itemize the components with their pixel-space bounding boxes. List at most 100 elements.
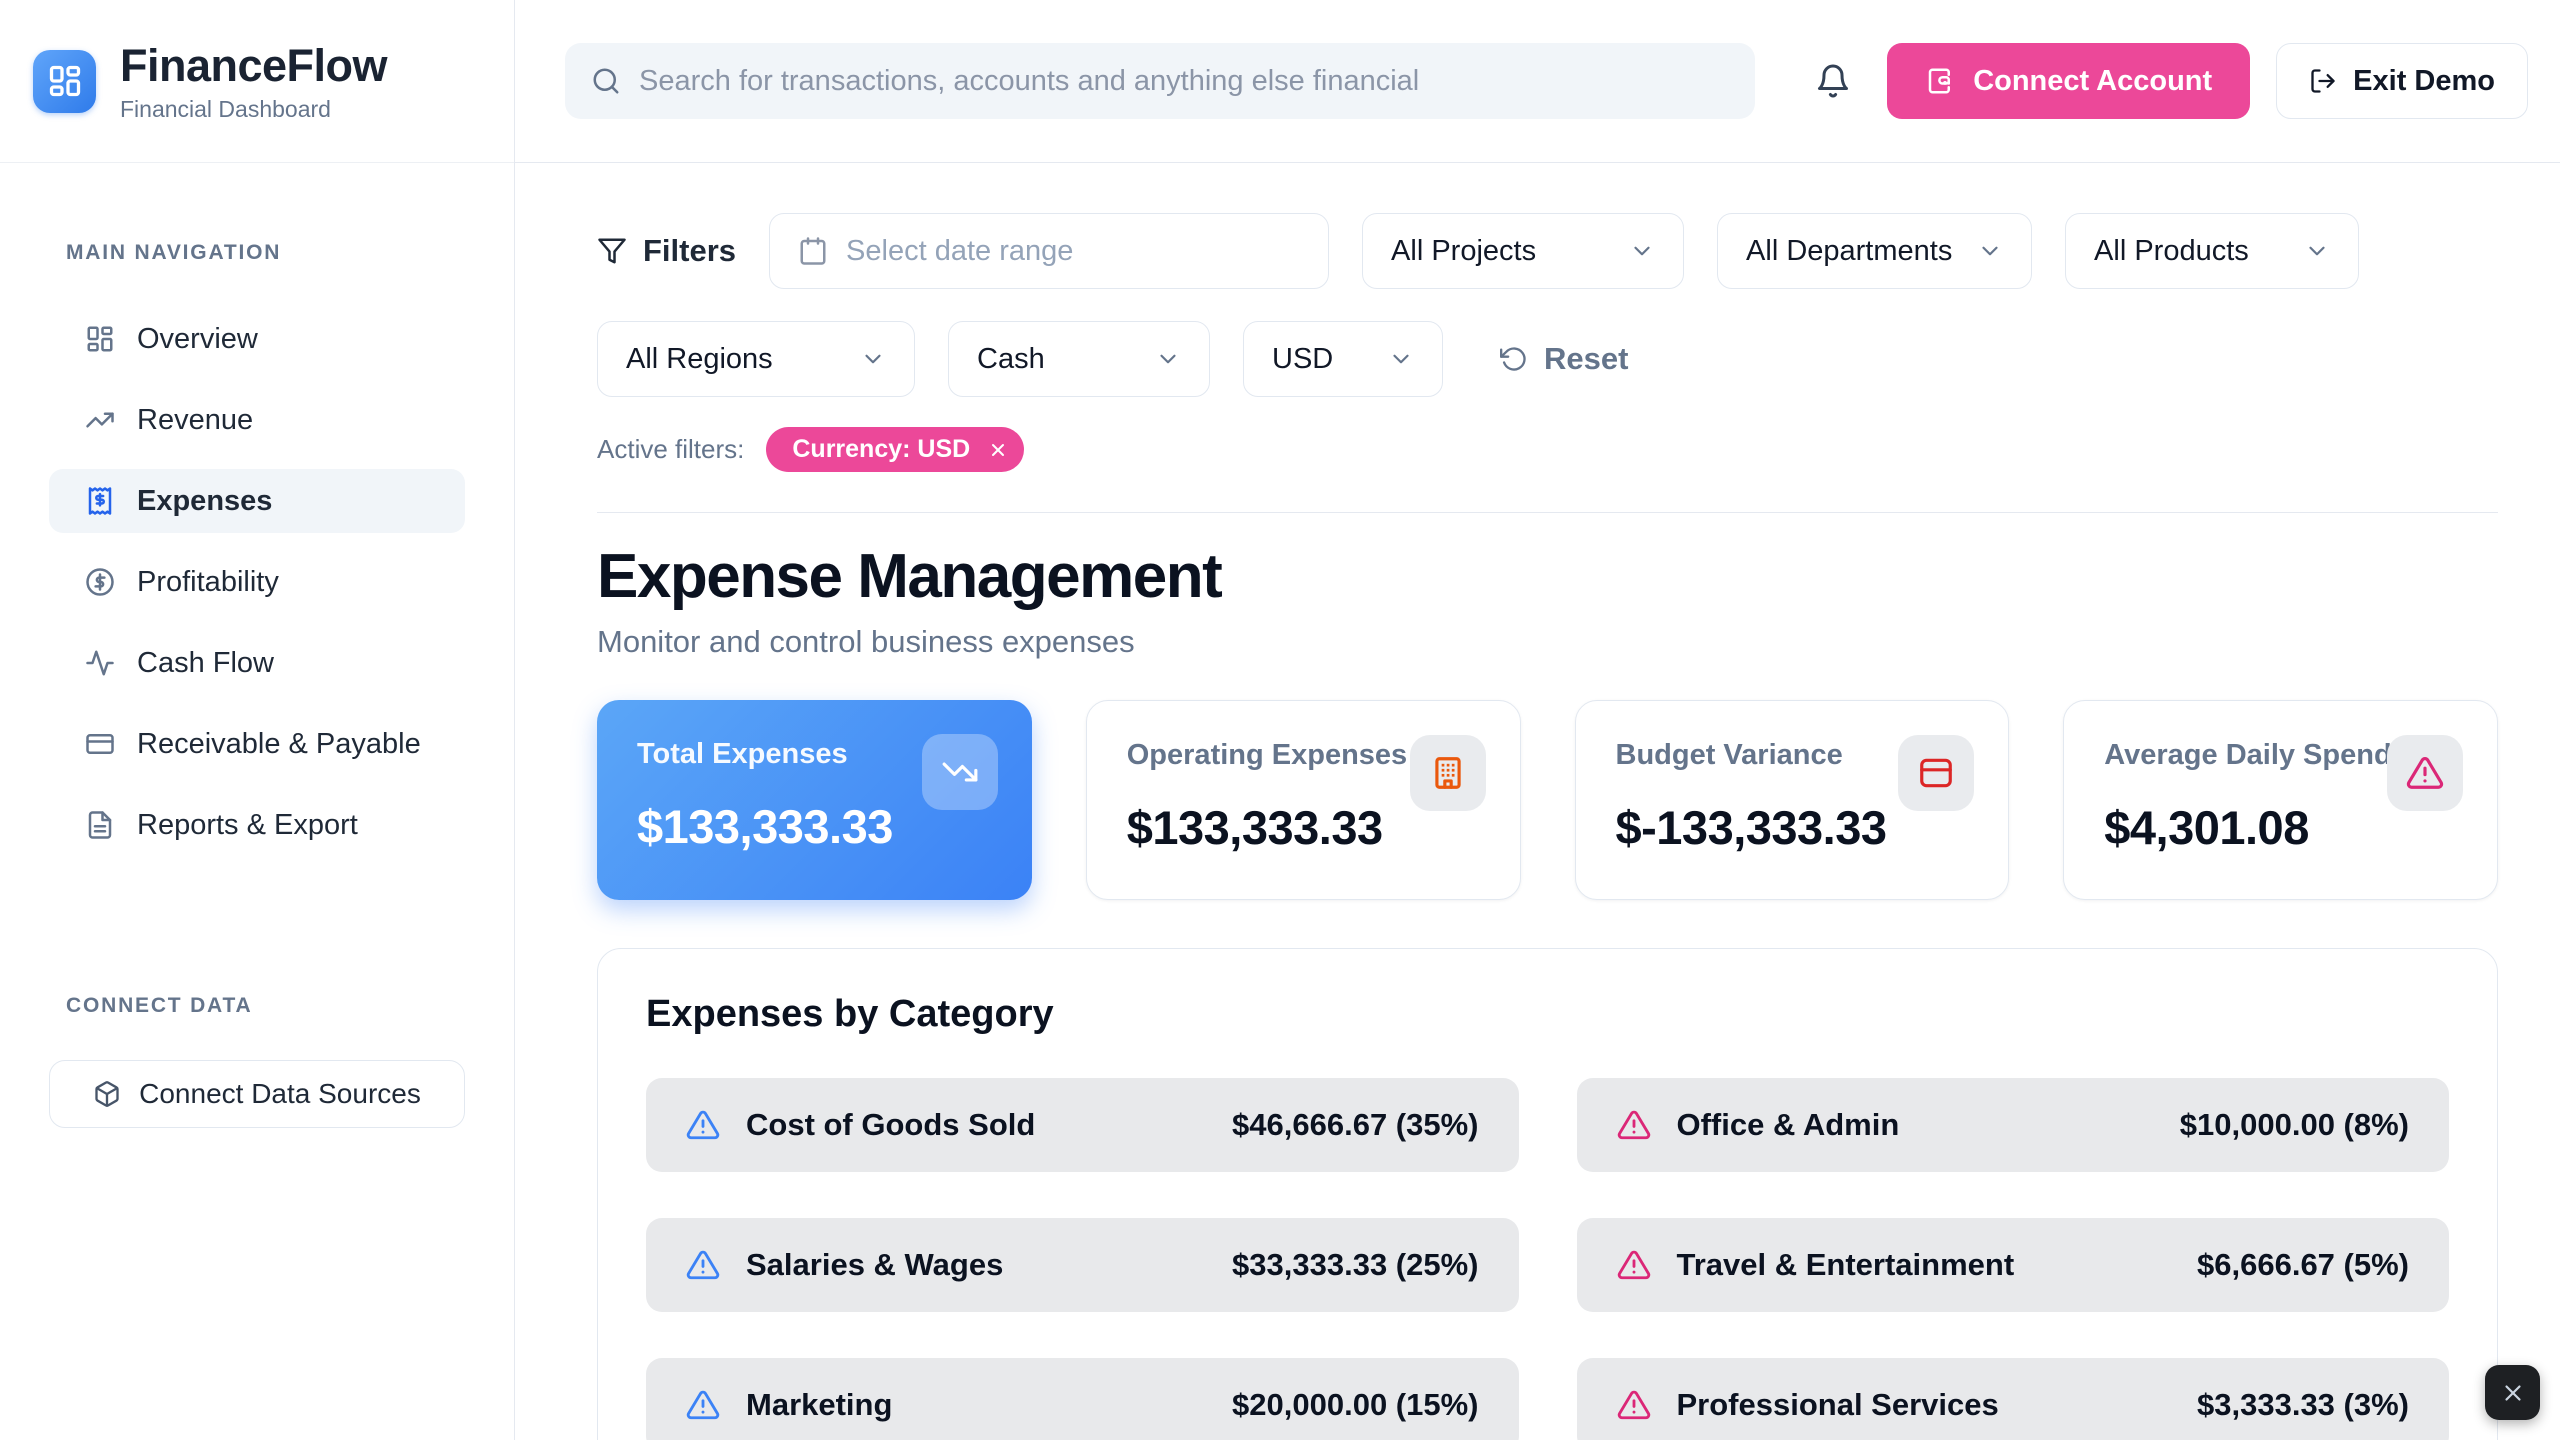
category-value: $20,000.00 (15%) [1232,1387,1478,1423]
category-name: Salaries & Wages [746,1247,1003,1283]
sidebar-item-label: Reports & Export [137,809,358,842]
active-filters-row: Active filters: Currency: USD [597,427,2498,472]
currency-dropdown[interactable]: USD [1243,321,1443,397]
reset-label: Reset [1544,341,1628,377]
connect-data-sources-button[interactable]: Connect Data Sources [49,1060,465,1128]
notifications-button[interactable] [1805,53,1861,109]
reset-filters-button[interactable]: Reset [1500,341,1628,377]
stat-card-budget-variance[interactable]: Budget Variance $-133,333.33 [1575,700,2010,900]
global-search[interactable] [565,43,1755,119]
chevron-down-icon [1629,238,1655,264]
chevron-down-icon [860,346,886,372]
category-row-office-admin[interactable]: Office & Admin $10,000.00 (8%) [1577,1078,2450,1172]
category-value: $3,333.33 (3%) [2197,1387,2409,1423]
credit-card-icon [85,729,115,759]
sidebar-item-reports-export[interactable]: Reports & Export [49,793,465,857]
stat-card-operating-expenses[interactable]: Operating Expenses $133,333.33 [1086,700,1521,900]
category-row-professional-services[interactable]: Professional Services $3,333.33 (3%) [1577,1358,2450,1440]
category-value: $46,666.67 (35%) [1232,1107,1478,1143]
sidebar-item-label: Overview [137,323,258,356]
search-input[interactable] [639,65,1729,98]
chevron-down-icon [1977,238,2003,264]
chevron-down-icon [1155,346,1181,372]
sidebar-item-revenue[interactable]: Revenue [49,388,465,452]
section-divider [597,512,2498,513]
stats-grid: Total Expenses $133,333.33 Operating Exp… [597,700,2498,900]
app-title: FinanceFlow [120,40,387,92]
connect-data-section-title: CONNECT DATA [66,994,514,1018]
page-title: Expense Management [597,541,2498,612]
remove-filter-button[interactable] [988,440,1008,460]
brand: FinanceFlow Financial Dashboard [0,0,514,163]
alert-triangle-icon [1617,1108,1651,1142]
connect-account-label: Connect Account [1973,65,2212,98]
projects-dropdown[interactable]: All Projects [1362,213,1684,289]
stat-card-total-expenses[interactable]: Total Expenses $133,333.33 [597,700,1032,900]
connect-account-button[interactable]: Connect Account [1887,43,2250,119]
filters-row-1: Filters All Projects All Departments [597,213,2498,289]
dashboard-grid-icon [47,63,83,99]
category-row-travel-entertainment[interactable]: Travel & Entertainment $6,666.67 (5%) [1577,1218,2450,1312]
regions-dropdown[interactable]: All Regions [597,321,915,397]
filters-row-2: All Regions Cash USD [597,321,2498,397]
sidebar-item-overview[interactable]: Overview [49,307,465,371]
activity-pulse-icon [85,648,115,678]
log-out-icon [2309,67,2337,95]
sidebar-item-profitability[interactable]: Profitability [49,550,465,614]
sidebar-item-cash-flow[interactable]: Cash Flow [49,631,465,695]
top-header: Connect Account Exit Demo [515,0,2560,163]
building-icon [1410,735,1486,811]
dollar-circle-icon [85,567,115,597]
alert-triangle-icon [1617,1248,1651,1282]
date-range-field[interactable] [846,235,1300,268]
trending-down-icon [922,734,998,810]
sidebar-item-label: Profitability [137,566,279,599]
category-row-salaries-wages[interactable]: Salaries & Wages $33,333.33 (25%) [646,1218,1519,1312]
stat-card-average-daily-spend[interactable]: Average Daily Spend $4,301.08 [2063,700,2498,900]
sidebar-item-expenses[interactable]: Expenses [49,469,465,533]
category-row-marketing[interactable]: Marketing $20,000.00 (15%) [646,1358,1519,1440]
category-row-cost-of-goods-sold[interactable]: Cost of Goods Sold $46,666.67 (35%) [646,1078,1519,1172]
active-filter-chip-currency[interactable]: Currency: USD [766,427,1024,472]
app-logo [33,50,96,113]
category-name: Professional Services [1677,1387,1999,1423]
exit-demo-button[interactable]: Exit Demo [2276,43,2528,119]
sidebar-item-receivable-payable[interactable]: Receivable & Payable [49,712,465,776]
category-name: Office & Admin [1677,1107,1900,1143]
products-dropdown[interactable]: All Products [2065,213,2359,289]
nav-section-title: MAIN NAVIGATION [66,241,514,265]
rotate-ccw-icon [1500,345,1528,373]
category-name: Marketing [746,1387,892,1423]
bell-icon [1815,63,1851,99]
exit-demo-label: Exit Demo [2353,65,2495,98]
category-value: $6,666.67 (5%) [2197,1247,2409,1283]
departments-dropdown[interactable]: All Departments [1717,213,2032,289]
category-value: $33,333.33 (25%) [1232,1247,1478,1283]
category-name: Travel & Entertainment [1677,1247,2015,1283]
alert-triangle-icon [2387,735,2463,811]
category-value: $10,000.00 (8%) [2180,1107,2409,1143]
main-navigation: Overview Revenue Expenses Profitability … [0,307,514,874]
close-icon [988,440,1008,460]
calendar-icon [798,236,828,266]
alert-triangle-icon [686,1388,720,1422]
category-name: Cost of Goods Sold [746,1107,1035,1143]
chip-label: Currency: USD [792,435,970,464]
main-content: Filters All Projects All Departments [515,163,2560,1440]
app-tagline: Financial Dashboard [120,96,387,123]
date-range-input[interactable] [769,213,1329,289]
page-subtitle: Monitor and control business expenses [597,624,2498,660]
alert-triangle-icon [1617,1388,1651,1422]
wallet-icon [1925,66,1955,96]
close-icon [2500,1380,2526,1406]
dashboard-grid-icon [85,324,115,354]
search-icon [591,66,621,96]
close-overlay-button[interactable] [2485,1365,2540,1420]
expenses-by-category-card: Expenses by Category Cost of Goods Sold … [597,948,2498,1440]
payment-method-dropdown[interactable]: Cash [948,321,1210,397]
connect-data-sources-label: Connect Data Sources [139,1078,421,1110]
trending-up-icon [85,405,115,435]
sidebar-item-label: Receivable & Payable [137,728,421,761]
credit-card-icon [1898,735,1974,811]
filter-funnel-icon [597,236,627,266]
